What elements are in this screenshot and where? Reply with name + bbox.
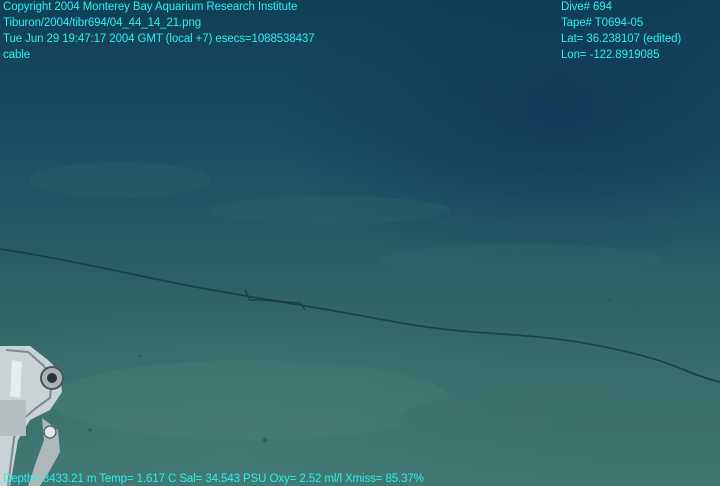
overlay-copyright: Copyright 2004 Monterey Bay Aquarium Res… <box>3 1 298 13</box>
overlay-dive: Dive# 694 <box>561 1 612 13</box>
overlay-latitude: Lat= 36.238107 (edited) <box>561 33 682 45</box>
seafloor-scene <box>0 162 720 486</box>
overlay-top-left: Copyright 2004 Monterey Bay Aquarium Res… <box>3 0 315 63</box>
overlay-tape: Tape# T0694-05 <box>561 17 644 29</box>
rov-arm <box>0 346 64 486</box>
sediment-texture <box>30 162 720 450</box>
overlay-annotation: cable <box>3 49 30 61</box>
overlay-sensor-readout: Depth= 3433.21 m Temp= 1.617 C Sal= 34.5… <box>3 473 424 485</box>
seafloor-video-frame: Copyright 2004 Monterey Bay Aquarium Res… <box>0 0 720 486</box>
overlay-top-right: Dive# 694 Tape# T0694-05 Lat= 36.238107 … <box>561 0 681 63</box>
overlay-longitude: Lon= -122.8919085 <box>561 49 660 61</box>
overlay-image-path: Tiburon/2004/tibr694/04_44_14_21.png <box>3 17 202 29</box>
overlay-timestamp: Tue Jun 29 19:47:17 2004 GMT (local +7) … <box>3 33 315 45</box>
